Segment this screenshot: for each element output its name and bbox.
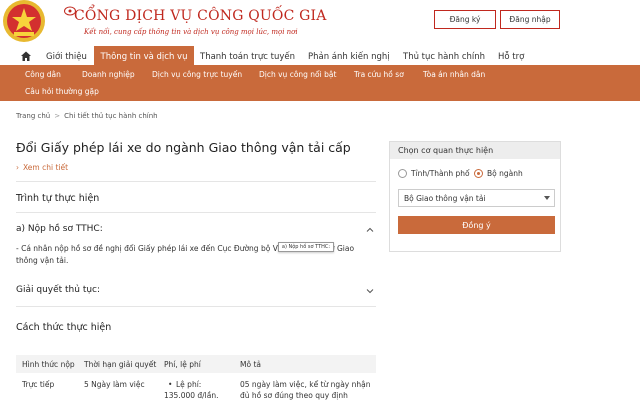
agency-panel-title: Chọn cơ quan thực hiện	[390, 142, 560, 159]
login-button[interactable]: Đăng nhập	[500, 10, 560, 29]
table-cell-form: Trực tiếp	[22, 380, 55, 389]
table-cell-fee-line2: 135.000 đ/lần.	[164, 391, 219, 400]
accordion-step-b-header[interactable]: Giải quyết thủ tục:	[16, 285, 100, 295]
breadcrumb-current: Chi tiết thủ tục hành chính	[64, 112, 158, 120]
bullet-icon: •	[168, 380, 173, 389]
radio-province[interactable]	[398, 169, 407, 178]
radio-ministry[interactable]	[474, 169, 483, 178]
breadcrumb-home[interactable]: Trang chủ	[16, 112, 50, 120]
agency-select[interactable]: Bộ Giao thông vận tải	[398, 189, 555, 207]
method-table-header: Hình thức nộp Thời hạn giải quyết Phí, l…	[16, 355, 376, 373]
national-emblem-icon[interactable]	[0, 0, 50, 44]
table-header-cell: Hình thức nộp	[22, 360, 75, 369]
table-cell-fee-line1: Lệ phí:	[176, 380, 202, 389]
breadcrumb: Trang chủ > Chi tiết thủ tục hành chính	[16, 112, 158, 120]
method-section-title: Cách thức thực hiện	[16, 322, 112, 333]
details-link[interactable]: › Xem chi tiết	[16, 163, 68, 172]
nav-item-thu-tuc[interactable]: Thủ tục hành chính	[403, 46, 485, 67]
subnav-item-cau-hoi[interactable]: Câu hỏi thường gặp	[25, 87, 99, 96]
agency-select-value: Bộ Giao thông vận tải	[404, 193, 486, 203]
step-a-text-line2: thông vận tải.	[16, 256, 69, 265]
subnav-item-tra-cuu[interactable]: Tra cứu hồ sơ	[354, 70, 404, 79]
radio-province-label[interactable]: Tỉnh/Thành phố	[411, 169, 470, 178]
step-a-text-line1: - Cá nhân nộp hồ sơ đề nghị đổi Giấy phé…	[16, 244, 278, 253]
divider	[16, 181, 376, 182]
main-navigation: Giới thiệu Thông tin và dịch vụ Thanh to…	[0, 46, 640, 67]
sequence-section-title: Trình tự thực hiện	[16, 193, 100, 204]
table-header-cell: Mô tả	[240, 360, 261, 369]
table-cell-desc-line1: 05 ngày làm việc, kể từ ngày nhận	[240, 380, 371, 389]
table-cell-duration: 5 Ngày làm việc	[84, 380, 145, 389]
table-cell-desc-line2: đủ hồ sơ đúng theo quy định	[240, 391, 348, 400]
accordion-step-a-header[interactable]: a) Nộp hồ sơ TTHC:	[16, 224, 103, 234]
agency-panel: Chọn cơ quan thực hiện Tỉnh/Thành phố Bộ…	[389, 141, 561, 252]
nav-item-phan-anh[interactable]: Phản ánh kiến nghị	[308, 46, 390, 67]
subnav-item-doanh-nghiep[interactable]: Doanh nghiệp	[82, 70, 135, 79]
chevron-right-icon: ›	[16, 163, 19, 172]
register-button[interactable]: Đăng ký	[434, 10, 496, 29]
radio-ministry-label[interactable]: Bộ ngành	[487, 169, 523, 178]
table-header-cell: Phí, lệ phí	[164, 360, 201, 369]
chevron-up-icon[interactable]	[366, 226, 374, 234]
site-subtitle: Kết nối, cung cấp thông tin và dịch vụ c…	[84, 28, 298, 36]
nav-item-thanh-toan[interactable]: Thanh toán trực tuyến	[200, 46, 295, 67]
chevron-down-icon[interactable]	[366, 287, 374, 295]
subnav-item-cong-dan[interactable]: Công dân	[25, 70, 61, 79]
nav-item-gioi-thieu[interactable]: Giới thiệu	[46, 46, 87, 67]
divider	[16, 306, 376, 307]
nav-item-ho-tro[interactable]: Hỗ trợ	[498, 46, 524, 67]
subnav-item-dvc-truc-tuyen[interactable]: Dịch vụ công trực tuyến	[152, 70, 242, 79]
nav-item-thong-tin-dich-vu[interactable]: Thông tin và dịch vụ	[94, 46, 194, 67]
tooltip: a) Nộp hồ sơ TTHC:	[278, 242, 334, 252]
site-title[interactable]: CỔNG DỊCH VỤ CÔNG QUỐC GIA	[74, 8, 327, 24]
agree-button[interactable]: Đồng ý	[398, 216, 555, 234]
subnav-item-dvc-noi-bat[interactable]: Dịch vụ công nổi bật	[259, 70, 336, 79]
details-link-label: Xem chi tiết	[23, 163, 69, 172]
sub-navigation: Công dân Doanh nghiệp Dịch vụ công trực …	[0, 67, 640, 101]
home-icon[interactable]	[20, 50, 32, 62]
site-header: CỔNG DỊCH VỤ CÔNG QUỐC GIA Kết nối, cung…	[0, 0, 640, 46]
divider	[16, 212, 376, 213]
caret-down-icon	[544, 196, 550, 200]
table-header-cell: Thời hạn giải quyết	[84, 360, 157, 369]
subnav-item-toa-an[interactable]: Tòa án nhân dân	[423, 70, 485, 79]
breadcrumb-separator: >	[54, 112, 61, 120]
page-title: Đổi Giấy phép lái xe do ngành Giao thông…	[16, 140, 351, 155]
